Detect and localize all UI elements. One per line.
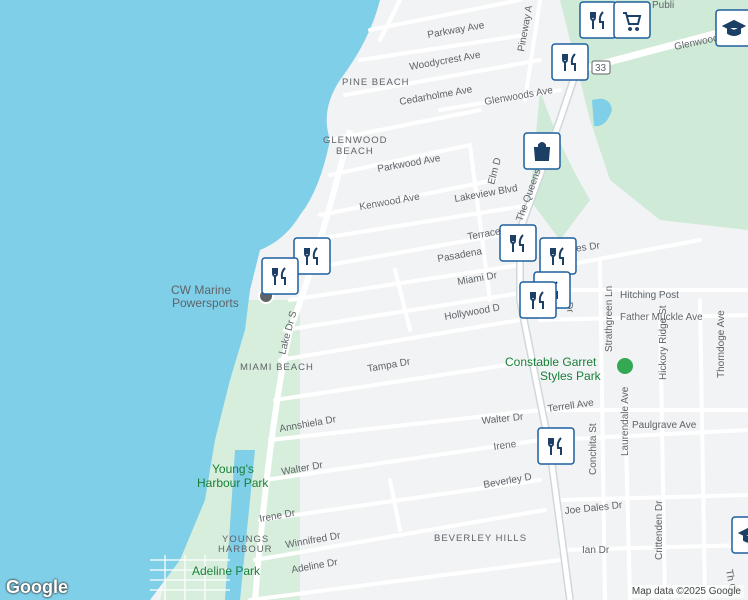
park-label-youngs-1: Young's [212,462,254,476]
park-label-youngs-2: Harbour Park [197,476,269,490]
neighborhood-glenwood: GLENWOOD [323,135,387,146]
map-marker-fork-knife[interactable] [579,1,617,39]
map-canvas[interactable]: Parkway Ave Woodycrest Ave Cedarholme Av… [0,0,748,600]
street-label-thorn: Thorndoge Ave [716,310,727,378]
street-label-hitching: Hitching Post [620,290,679,301]
map-marker-fork-knife[interactable] [551,43,589,81]
park-label-adeline: Adeline Park [192,564,261,578]
street-label-ian: Ian Dr [582,545,610,556]
street-label-paulgrave: Paulgrave Ave [632,420,697,431]
map-attribution[interactable]: Map data ©2025 Google [628,585,744,598]
map-marker-fork-knife[interactable] [261,257,299,295]
map-marker-fork-knife[interactable] [539,237,577,275]
neighborhood-glenwood-beach: BEACH [336,146,374,157]
route-number: 33 [595,63,607,74]
map-marker-graduation-cap[interactable] [731,516,748,554]
street-label-hickory: Hickory Ridge St [658,305,669,380]
street-label-conchita: Conchita St [588,423,599,475]
map-marker-fork-knife[interactable] [537,427,575,465]
map-marker-shopping-cart[interactable] [613,1,651,39]
park-tree-icon[interactable] [617,358,633,374]
poi-label-cw-marine: CW Marine [171,283,231,297]
street-label-crittenden: Crittenden Dr [654,500,665,560]
neighborhood-beverley-hills: BEVERLEY HILLS [434,533,527,544]
park-label-constable-1: Constable Garret [505,355,597,369]
poi-label-powersports: Powersports [172,296,239,310]
google-logo: Google [6,577,68,597]
map-marker-fork-knife[interactable] [519,281,557,319]
map-marker-fork-knife[interactable] [499,224,537,262]
map-marker-shopping-bag[interactable] [523,132,561,170]
street-label-strathgreen: Strathgreen Ln [604,286,615,352]
map-marker-graduation-cap[interactable] [715,9,748,47]
street-label-laurendale: Laurendale Ave [620,386,631,456]
map-marker-fork-knife[interactable] [293,237,331,275]
neighborhood-harbour: HARBOUR [218,544,273,555]
park-label-constable-2: Styles Park [540,369,602,383]
neighborhood-miami-beach: MIAMI BEACH [240,362,314,373]
poi-label-publi: Publi [652,0,674,11]
neighborhood-pine-beach: PINE BEACH [342,77,410,88]
